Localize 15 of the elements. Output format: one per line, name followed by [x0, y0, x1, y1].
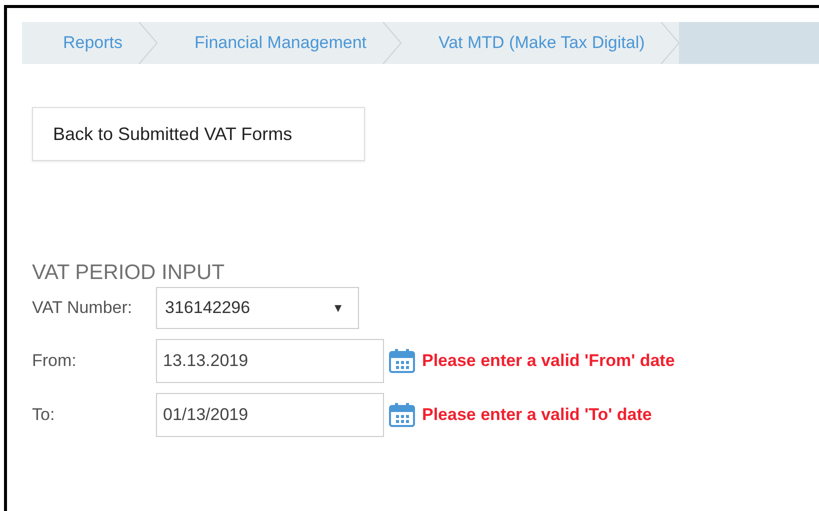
date-field[interactable]: 13.13.2019 — [156, 339, 384, 383]
chevron-separator-icon — [380, 22, 403, 64]
field-label: VAT Number: — [32, 298, 134, 318]
section-title: VAT PERIOD INPUT — [32, 260, 226, 286]
error-message: Please enter a valid 'From' date — [422, 351, 675, 371]
select-field[interactable]: 316142296 ▼ — [156, 287, 359, 329]
calendar-icon[interactable] — [389, 349, 415, 373]
back-button[interactable]: Back to Submitted VAT Forms — [32, 107, 365, 161]
field-label: To: — [32, 405, 56, 425]
date-field[interactable]: 01/13/2019 — [156, 393, 384, 437]
chevron-separator-icon — [658, 22, 681, 64]
error-message: Please enter a valid 'To' date — [422, 405, 652, 425]
chevron-separator-icon — [136, 22, 159, 64]
calendar-icon[interactable] — [389, 403, 415, 427]
field-label: From: — [32, 351, 78, 371]
